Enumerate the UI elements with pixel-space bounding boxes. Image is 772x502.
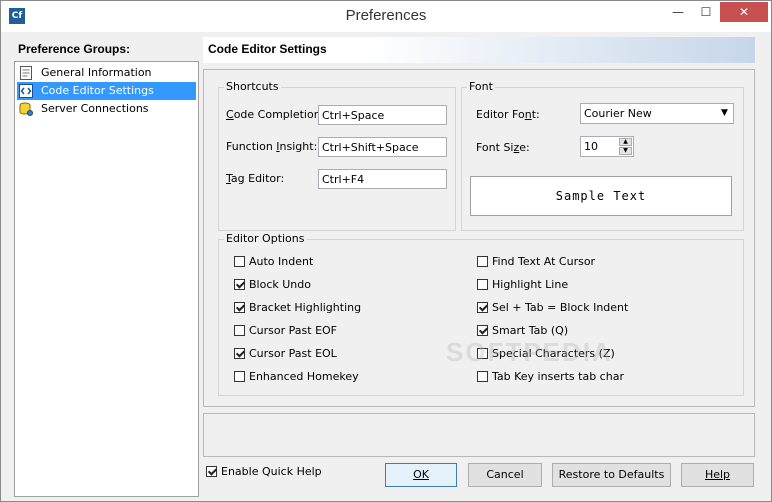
checkbox-label: Enhanced Homekey: [249, 370, 359, 383]
settings-header: Code Editor Settings: [203, 37, 755, 63]
checkbox-box[interactable]: [234, 256, 245, 267]
checkbox-label: Cursor Past EOL: [249, 347, 337, 360]
window-title: Preferences: [345, 7, 427, 24]
checkbox-label: Block Undo: [249, 278, 311, 291]
preferences-window: Cf Preferences — ☐ ✕ Preference Groups: …: [0, 0, 772, 502]
code-tag-icon: [19, 84, 33, 98]
spin-buttons: ▲ ▼: [619, 138, 632, 155]
checkbox-box[interactable]: [477, 256, 488, 267]
checkbox-label: Enable Quick Help: [221, 465, 322, 478]
checkbox-label: Auto Indent: [249, 255, 314, 268]
checkbox-box[interactable]: [477, 348, 488, 359]
minimize-button[interactable]: —: [665, 2, 691, 22]
checkbox-box[interactable]: [234, 348, 245, 359]
cancel-button[interactable]: Cancel: [468, 463, 542, 487]
editor-font-value: Courier New: [584, 107, 652, 120]
close-button[interactable]: ✕: [720, 2, 768, 22]
font-size-label: Font Size:: [476, 141, 530, 154]
checkbox-box[interactable]: [234, 302, 245, 313]
group-item-label: Code Editor Settings: [41, 84, 154, 97]
database-icon: [19, 102, 33, 116]
font-size-stepper[interactable]: 10 ▲ ▼: [580, 136, 634, 157]
code-completion-label: Code Completion:: [226, 108, 325, 121]
group-item-server-connections[interactable]: Server Connections: [17, 100, 196, 118]
maximize-button[interactable]: ☐: [693, 2, 719, 22]
restore-defaults-button[interactable]: Restore to Defaults: [552, 463, 671, 487]
font-group-title: Font: [467, 80, 495, 93]
group-item-label: General Information: [41, 66, 152, 79]
function-insight-label: Function Insight:: [226, 140, 318, 153]
checkbox-label: Bracket Highlighting: [249, 301, 362, 314]
checkbox-box[interactable]: [234, 371, 245, 382]
spin-down-icon[interactable]: ▼: [619, 147, 632, 155]
checkbox-label: Smart Tab (Q): [492, 324, 569, 337]
code-completion-input[interactable]: Ctrl+Space: [318, 105, 447, 125]
info-page-icon: [20, 66, 32, 80]
group-item-code-editor-settings[interactable]: Code Editor Settings: [17, 82, 196, 100]
font-sample-preview: Sample Text: [470, 176, 732, 216]
checkbox-label: Tab Key inserts tab char: [492, 370, 624, 383]
checkbox-box[interactable]: [477, 302, 488, 313]
checkbox-label: Sel + Tab = Block Indent: [492, 301, 629, 314]
page-title: Code Editor Settings: [208, 42, 327, 56]
tag-editor-label: Tag Editor:: [226, 172, 285, 185]
checkbox-box[interactable]: [206, 466, 217, 477]
font-size-value: 10: [584, 140, 598, 153]
checkbox-box[interactable]: [477, 325, 488, 336]
tag-editor-input[interactable]: Ctrl+F4: [318, 169, 447, 189]
checkbox-box[interactable]: [477, 279, 488, 290]
chevron-down-icon[interactable]: ▼: [716, 104, 733, 123]
group-item-general-information[interactable]: General Information: [17, 64, 196, 82]
group-item-label: Server Connections: [41, 102, 149, 115]
checkbox-box[interactable]: [477, 371, 488, 382]
editor-font-select[interactable]: Courier New ▼: [580, 103, 734, 124]
preference-groups-list[interactable]: General Information Code Editor Settings…: [14, 61, 199, 497]
shortcuts-group-title: Shortcuts: [224, 80, 281, 93]
spin-up-icon[interactable]: ▲: [619, 138, 632, 146]
function-insight-input[interactable]: Ctrl+Shift+Space: [318, 137, 447, 157]
checkbox-box[interactable]: [234, 279, 245, 290]
checkbox-box[interactable]: [234, 325, 245, 336]
checkbox-label: Highlight Line: [492, 278, 569, 291]
quick-help-panel: [203, 413, 755, 457]
checkbox-label: Cursor Past EOF: [249, 324, 338, 337]
ok-button[interactable]: OK: [385, 463, 457, 487]
checkbox-label: Special Characters (Z): [492, 347, 615, 360]
editor-options-group-title: Editor Options: [224, 232, 307, 245]
title-bar: Cf Preferences — ☐ ✕: [1, 1, 771, 32]
checkbox-label: Find Text At Cursor: [492, 255, 596, 268]
editor-font-label: Editor Font:: [476, 108, 540, 121]
help-button[interactable]: Help: [681, 463, 754, 487]
preference-groups-label: Preference Groups:: [18, 42, 131, 56]
